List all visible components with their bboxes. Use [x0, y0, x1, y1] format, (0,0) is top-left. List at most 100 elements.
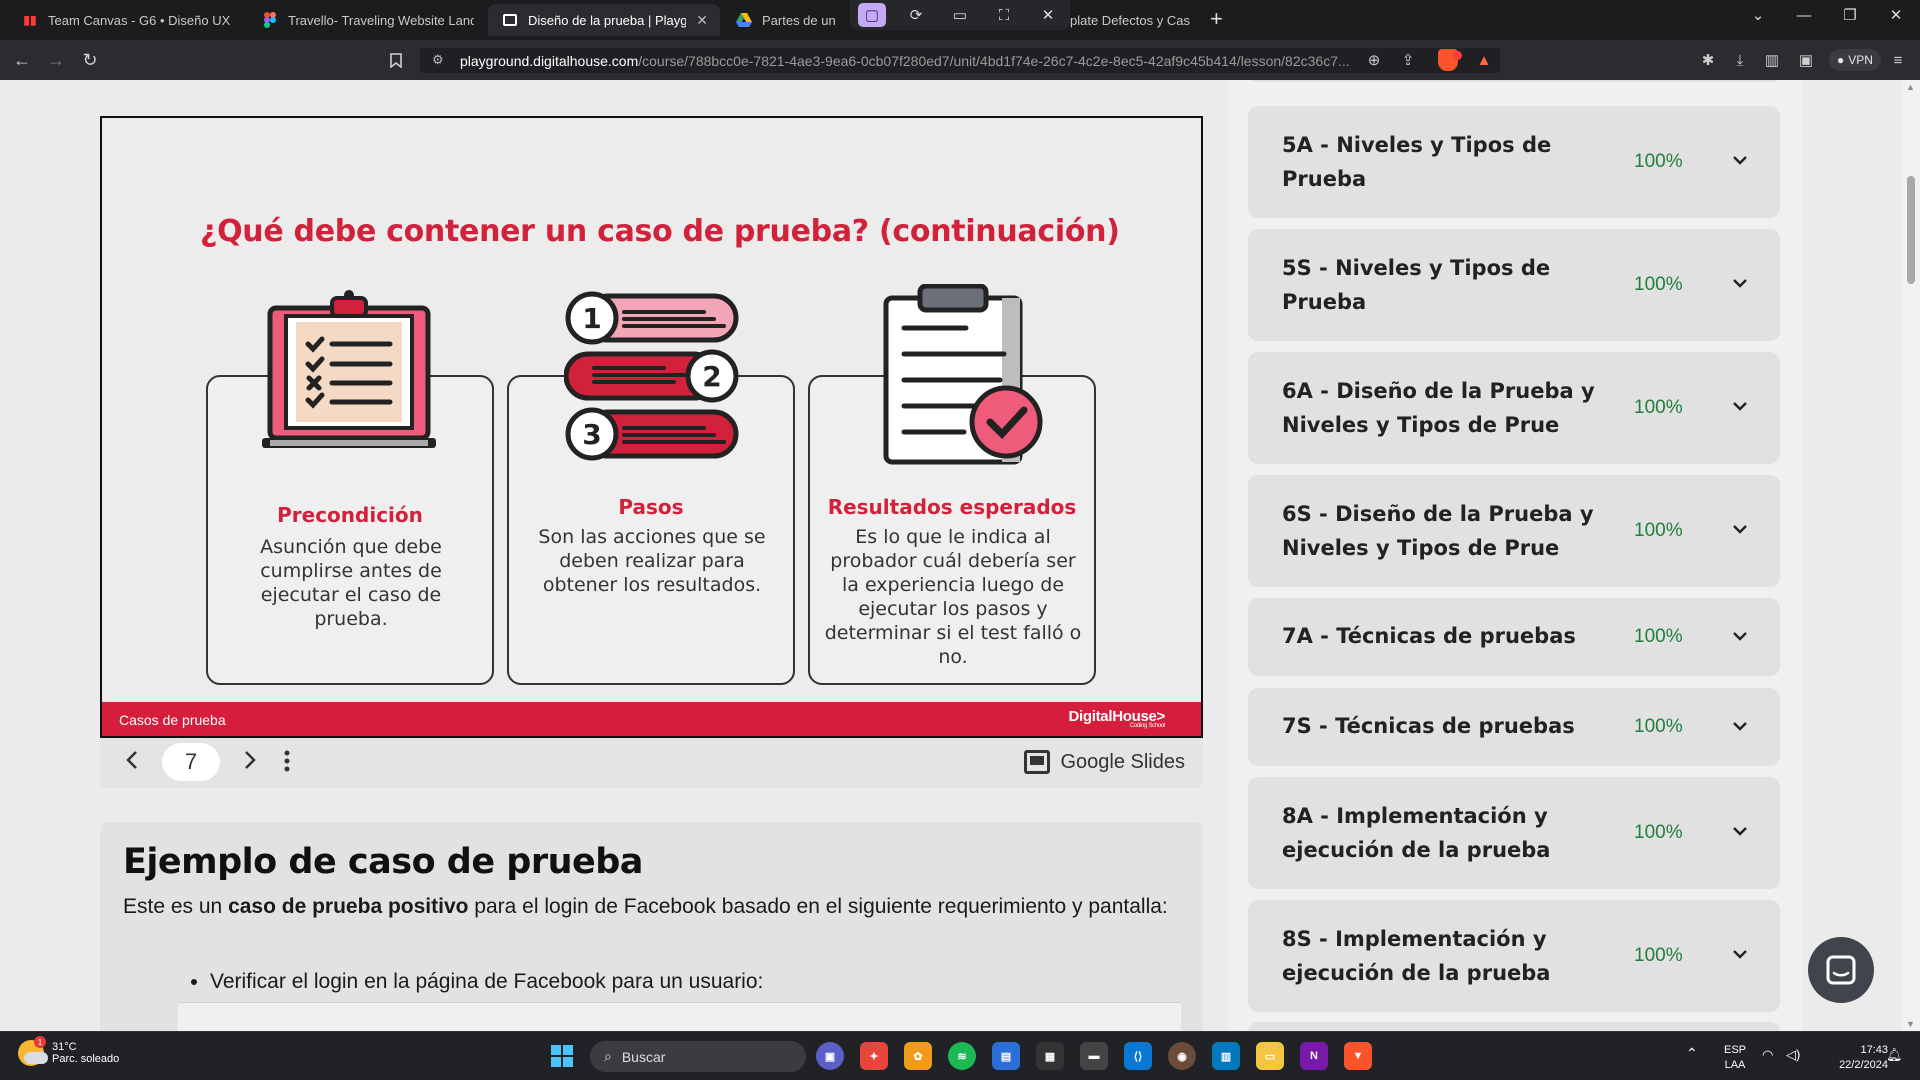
- app-icon-2[interactable]: ✿: [904, 1042, 932, 1070]
- lesson-item-6a[interactable]: 6A - Diseño de la Prueba y Niveles y Tipo…: [1248, 352, 1780, 464]
- spotify-icon[interactable]: ≋: [948, 1042, 976, 1070]
- app-icon-1[interactable]: ✦: [860, 1042, 888, 1070]
- chevron-down-icon[interactable]: [1732, 275, 1748, 291]
- chevron-down-icon[interactable]: [1732, 946, 1748, 962]
- windows-start-icon[interactable]: [548, 1042, 576, 1070]
- reload-icon[interactable]: ↻: [78, 48, 102, 72]
- lesson-item-7s[interactable]: 7S - Técnicas de pruebas 100%: [1248, 688, 1780, 766]
- screenshot-tool-icon[interactable]: ▢: [858, 3, 886, 27]
- close-tab-icon[interactable]: ✕: [696, 12, 708, 29]
- lesson-item-7a[interactable]: 7A - Técnicas de pruebas 100%: [1248, 598, 1780, 676]
- fullscreen-tool-icon[interactable]: ⛶: [990, 3, 1018, 27]
- taskbar-search[interactable]: ⌕ Buscar: [590, 1041, 806, 1072]
- restore-icon[interactable]: ❐: [1827, 0, 1873, 30]
- close-tool-icon[interactable]: ✕: [1034, 3, 1062, 27]
- tray-overflow-icon[interactable]: ⌃: [1686, 1046, 1698, 1061]
- share-icon[interactable]: ⇪: [1397, 50, 1419, 70]
- chevron-down-icon[interactable]: [1732, 398, 1748, 414]
- language-indicator[interactable]: ESP LAA: [1718, 1043, 1752, 1073]
- slide-page-number[interactable]: 7: [162, 743, 220, 781]
- onenote-icon[interactable]: N: [1300, 1042, 1328, 1070]
- lesson-item-8a[interactable]: 8A - Implementación y ejecución de la pru…: [1248, 777, 1780, 889]
- chevron-down-icon[interactable]: [1732, 152, 1748, 168]
- rotate-tool-icon[interactable]: ⟳: [902, 3, 930, 27]
- weather-widget[interactable]: 1 31°C Parc. soleado: [18, 1036, 119, 1066]
- tab-travello[interactable]: Travello- Traveling Website Landing: [248, 4, 486, 36]
- notifications-icon[interactable]: 🔔︎: [1886, 1047, 1903, 1062]
- lesson-item-5a[interactable]: 5A - Niveles y Tipos de Prueba 100%: [1248, 106, 1780, 218]
- brave-browser-icon[interactable]: ▼: [1344, 1042, 1372, 1070]
- extensions-icon[interactable]: ✱: [1697, 50, 1719, 70]
- bookmark-icon[interactable]: [384, 48, 408, 72]
- chevron-down-icon[interactable]: [1732, 521, 1748, 537]
- scroll-up-icon[interactable]: ▲: [1906, 82, 1915, 92]
- checklist-laptop-icon: [262, 290, 436, 448]
- chevron-down-icon[interactable]: [1732, 718, 1748, 734]
- step-number-1: 1: [582, 302, 601, 335]
- url-field[interactable]: ⚙ playground.digitalhouse.com/course/788…: [420, 48, 1500, 73]
- card-title: Pasos: [618, 495, 684, 519]
- site-settings-icon[interactable]: ⚙: [432, 52, 444, 68]
- url-path: /course/788bcc0e-7821-4ae3-9ea6-0cb07f28…: [638, 52, 1350, 69]
- app-icon-3[interactable]: ▬: [1080, 1042, 1108, 1070]
- clock[interactable]: 17:43 22/2/2024: [1816, 1043, 1888, 1073]
- menu-icon[interactable]: ≡: [1887, 50, 1909, 70]
- page-scrollbar[interactable]: ▲ ▼: [1902, 80, 1920, 1031]
- brave-shields-icon[interactable]: [1438, 49, 1462, 71]
- window-tool-icon[interactable]: ▭: [946, 3, 974, 27]
- wallet-icon[interactable]: ▣: [1795, 50, 1817, 70]
- more-options-icon[interactable]: [284, 750, 290, 778]
- back-icon[interactable]: ←: [10, 48, 34, 72]
- lesson-name: 6A - Diseño de la Prueba y Niveles y Tipo…: [1282, 374, 1595, 442]
- new-tab-icon[interactable]: +: [1210, 8, 1223, 30]
- tab-partes-informe[interactable]: Partes de un info: [722, 4, 848, 36]
- lang-layout: LAA: [1724, 1059, 1746, 1071]
- vpn-button[interactable]: ● VPN: [1829, 49, 1881, 71]
- clock-date: 22/2/2024: [1839, 1059, 1888, 1071]
- scroll-thumb[interactable]: [1907, 176, 1915, 284]
- wifi-icon[interactable]: ◠: [1762, 1047, 1773, 1062]
- store-icon[interactable]: ▤: [992, 1042, 1020, 1070]
- scroll-down-icon[interactable]: ▼: [1906, 1019, 1915, 1029]
- downloads-icon[interactable]: ⤓: [1729, 50, 1751, 70]
- brave-rewards-icon[interactable]: ▲: [1473, 50, 1495, 70]
- lesson-item-previous[interactable]: [1248, 80, 1780, 82]
- lesson-name-line: 7S - Técnicas de pruebas: [1282, 714, 1575, 738]
- lesson-item-8s[interactable]: 8S - Implementación y ejecución de la pru…: [1248, 900, 1780, 1012]
- volume-icon[interactable]: ◁): [1786, 1047, 1800, 1062]
- tab-diseno-prueba[interactable]: Diseño de la prueba | Playgroun ✕: [488, 4, 720, 36]
- teams-chat-icon[interactable]: ▣: [816, 1042, 844, 1070]
- chevron-down-icon[interactable]: [1732, 823, 1748, 839]
- tab-search-icon[interactable]: ⌄: [1735, 0, 1781, 30]
- chevron-down-icon[interactable]: [1732, 628, 1748, 644]
- lesson-text: Ejemplo de caso de prueba Este es un cas…: [100, 822, 1203, 1031]
- close-window-icon[interactable]: ✕: [1873, 0, 1919, 30]
- windows-taskbar: 1 31°C Parc. soleado ⌕ Buscar ▣ ✦ ✿ ≋ ▤ …: [0, 1031, 1920, 1080]
- lesson-item-5s[interactable]: 5S - Niveles y Tipos de Prueba 100%: [1248, 229, 1780, 341]
- lesson-item-next[interactable]: [1248, 1022, 1780, 1031]
- tab-bar: ▮▮ Team Canvas - G6 • Diseño UX - Digi T…: [0, 0, 1920, 40]
- trello-icon[interactable]: ▥: [1212, 1042, 1240, 1070]
- weather-icon: 1: [18, 1036, 48, 1066]
- prev-slide-icon[interactable]: [126, 750, 138, 776]
- zoom-icon[interactable]: ⊕: [1363, 50, 1385, 70]
- lesson-progress: 100%: [1634, 945, 1683, 966]
- chat-icon: [1826, 955, 1856, 985]
- lesson-name-line: 6S - Diseño de la Prueba y: [1282, 502, 1594, 526]
- next-slide-icon[interactable]: [244, 750, 256, 776]
- page-content: ¿Qué debe contener un caso de prueba? (c…: [0, 80, 1920, 1031]
- app-icon-4[interactable]: ◉: [1168, 1042, 1196, 1070]
- tab-defectos-casos[interactable]: plate Defectos y Casos: [1070, 4, 1202, 36]
- minimize-icon[interactable]: —: [1781, 0, 1827, 30]
- tab-title: Team Canvas - G6 • Diseño UX - Digi: [48, 12, 234, 28]
- cpu-z-icon[interactable]: ▦: [1036, 1042, 1064, 1070]
- forward-icon[interactable]: →: [44, 48, 68, 72]
- google-slides-link[interactable]: Google Slides: [1024, 750, 1185, 774]
- tab-team-canvas[interactable]: ▮▮ Team Canvas - G6 • Diseño UX - Digi: [8, 4, 246, 36]
- file-explorer-icon[interactable]: ▭: [1256, 1042, 1284, 1070]
- vscode-icon[interactable]: ⟨⟩: [1124, 1042, 1152, 1070]
- sidebar-toggle-icon[interactable]: ▥: [1761, 50, 1783, 70]
- card-text: Son las acciones que se deben realizar p…: [538, 526, 766, 596]
- lesson-item-6s[interactable]: 6S - Diseño de la Prueba y Niveles y Tipo…: [1248, 475, 1780, 587]
- chat-launcher[interactable]: [1808, 937, 1874, 1003]
